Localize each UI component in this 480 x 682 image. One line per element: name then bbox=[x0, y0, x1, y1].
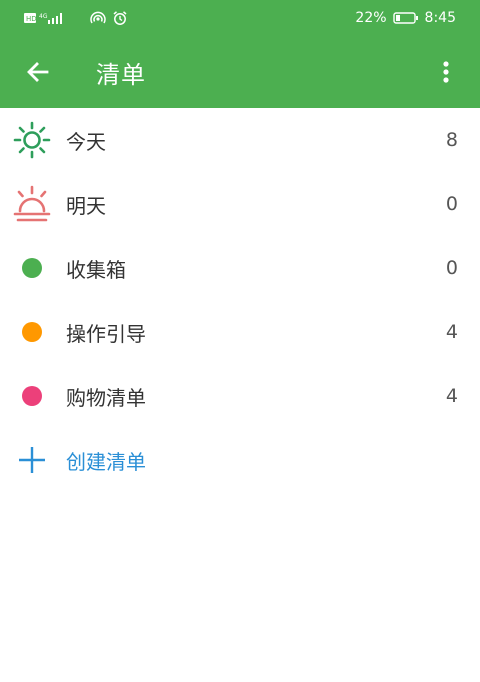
list-item-today[interactable]: 今天 8 bbox=[0, 108, 480, 172]
network-icon: HD 4G bbox=[24, 11, 84, 25]
sun-icon bbox=[12, 120, 52, 160]
sunrise-icon bbox=[12, 184, 52, 224]
svg-text:4G: 4G bbox=[39, 13, 48, 20]
more-options-button[interactable] bbox=[428, 54, 464, 90]
list-item-label: 购物清单 bbox=[66, 385, 146, 410]
list-item-label: 操作引导 bbox=[66, 321, 146, 346]
list-item-count: 4 bbox=[445, 321, 458, 343]
list-item-tomorrow[interactable]: 明天 0 bbox=[0, 172, 480, 236]
list-item-shopping[interactable]: 购物清单 4 bbox=[0, 364, 480, 428]
list-item-guide[interactable]: 操作引导 4 bbox=[0, 300, 480, 364]
svg-text:HD: HD bbox=[26, 15, 37, 23]
back-button[interactable] bbox=[6, 36, 70, 108]
more-vert-icon bbox=[443, 61, 449, 83]
alarm-icon bbox=[112, 10, 128, 26]
list-item-count: 8 bbox=[445, 129, 458, 151]
list-item-label: 明天 bbox=[66, 193, 106, 218]
arrow-left-icon bbox=[27, 62, 49, 82]
status-bar: HD 4G 22% 8:45 bbox=[0, 0, 480, 36]
list-item-label: 今天 bbox=[66, 129, 106, 154]
hotspot-icon bbox=[90, 11, 106, 25]
list-collection: 今天 8 明天 0 收集箱 0 操作引导 4 购物清单 4 创建清单 bbox=[0, 108, 480, 492]
battery-percent: 22% bbox=[355, 10, 387, 26]
battery-icon bbox=[392, 11, 419, 25]
list-item-count: 0 bbox=[445, 193, 458, 215]
page-title: 清单 bbox=[96, 60, 146, 89]
list-item-count: 0 bbox=[445, 257, 458, 279]
app-bar: 清单 bbox=[0, 36, 480, 108]
clock: 8:45 bbox=[424, 10, 456, 26]
orange-dot-icon bbox=[22, 322, 42, 342]
list-item-count: 4 bbox=[445, 385, 458, 407]
list-item-label: 收集箱 bbox=[66, 257, 126, 282]
green-dot-icon bbox=[22, 258, 42, 278]
create-list-label: 创建清单 bbox=[66, 449, 146, 474]
pink-dot-icon bbox=[22, 386, 42, 406]
status-bar-right: 22% 8:45 bbox=[355, 10, 456, 26]
plus-icon bbox=[12, 440, 52, 480]
status-bar-left: HD 4G bbox=[24, 10, 128, 26]
list-item-inbox[interactable]: 收集箱 0 bbox=[0, 236, 480, 300]
create-list-button[interactable]: 创建清单 bbox=[0, 428, 480, 492]
